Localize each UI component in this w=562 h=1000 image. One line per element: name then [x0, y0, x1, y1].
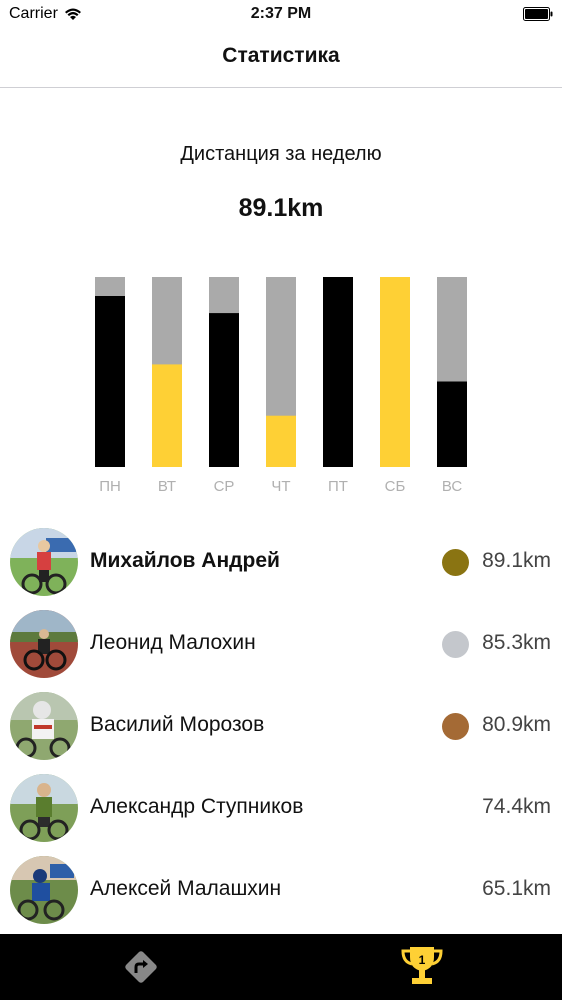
day-label: ВС	[442, 478, 463, 495]
leaderboard-row[interactable]: Александр Ступников 74.4km	[0, 767, 562, 849]
status-bar: Carrier 2:37 PM	[0, 0, 562, 30]
leaderboard-list: Михайлов Андрей 89.1km Леонид Малохин 85…	[0, 521, 562, 931]
bar-5	[380, 277, 410, 467]
athlete-name: Александр Ступников	[90, 795, 304, 818]
athlete-name: Михайлов Андрей	[90, 549, 280, 572]
day-label: СБ	[385, 478, 406, 495]
day-label: ЧТ	[271, 478, 290, 495]
day-label: СР	[214, 478, 235, 495]
medal-gold-icon	[442, 549, 469, 576]
cyclist-photo-icon	[10, 774, 78, 842]
athlete-distance: 65.1km	[482, 877, 551, 900]
avatar	[10, 610, 78, 678]
trophy-icon: 1	[400, 947, 443, 984]
medal-bronze-icon	[442, 713, 469, 740]
leaderboard-row[interactable]: Михайлов Андрей 89.1km	[0, 521, 562, 603]
tab-bar: 1	[0, 934, 562, 1000]
battery-icon	[523, 7, 553, 21]
avatar	[10, 774, 78, 842]
tab-routes[interactable]	[0, 934, 281, 1000]
leaderboard-row[interactable]: Василий Морозов 80.9km	[0, 685, 562, 767]
tab-statistics[interactable]: 1	[281, 934, 562, 1000]
bar-3	[266, 415, 296, 467]
day-label: ПТ	[328, 478, 348, 495]
day-label: ВТ	[158, 478, 176, 495]
athlete-distance: 74.4km	[482, 795, 551, 818]
status-time: 2:37 PM	[250, 5, 312, 22]
avatar	[10, 692, 78, 760]
cyclist-photo-icon	[10, 528, 78, 596]
cyclist-photo-icon	[10, 610, 78, 678]
medal-silver-icon	[442, 631, 469, 658]
bar-4	[323, 277, 353, 467]
weekly-distance-total: 89.1km	[238, 194, 324, 222]
cyclist-photo-icon	[10, 692, 78, 760]
avatar	[10, 528, 78, 596]
day-label: ПН	[99, 478, 121, 495]
navigation-bar: Статистика	[0, 30, 562, 88]
bar-0	[95, 296, 125, 467]
cyclist-photo-icon	[10, 856, 78, 924]
bar-6	[437, 381, 467, 467]
page-title: Статистика	[222, 44, 340, 67]
weekly-bar-chart: ПН ВТ СР ЧТ ПТ СБ ВС	[95, 277, 467, 495]
route-sign-icon	[124, 951, 157, 983]
athlete-name: Василий Морозов	[90, 713, 265, 736]
leaderboard-row[interactable]: Алексей Малашхин 65.1km	[0, 849, 562, 931]
athlete-name: Леонид Малохин	[90, 631, 256, 654]
svg-text:1: 1	[418, 953, 425, 967]
athlete-distance: 80.9km	[482, 713, 551, 736]
athlete-distance: 89.1km	[482, 549, 551, 572]
leaderboard-row[interactable]: Леонид Малохин 85.3km	[0, 603, 562, 685]
weekly-distance-label: Дистанция за неделю	[180, 143, 382, 165]
athlete-name: Алексей Малашхин	[90, 877, 282, 900]
bar-2	[209, 313, 239, 467]
avatar	[10, 856, 78, 924]
athlete-distance: 85.3km	[482, 631, 551, 654]
bar-1	[152, 364, 182, 467]
